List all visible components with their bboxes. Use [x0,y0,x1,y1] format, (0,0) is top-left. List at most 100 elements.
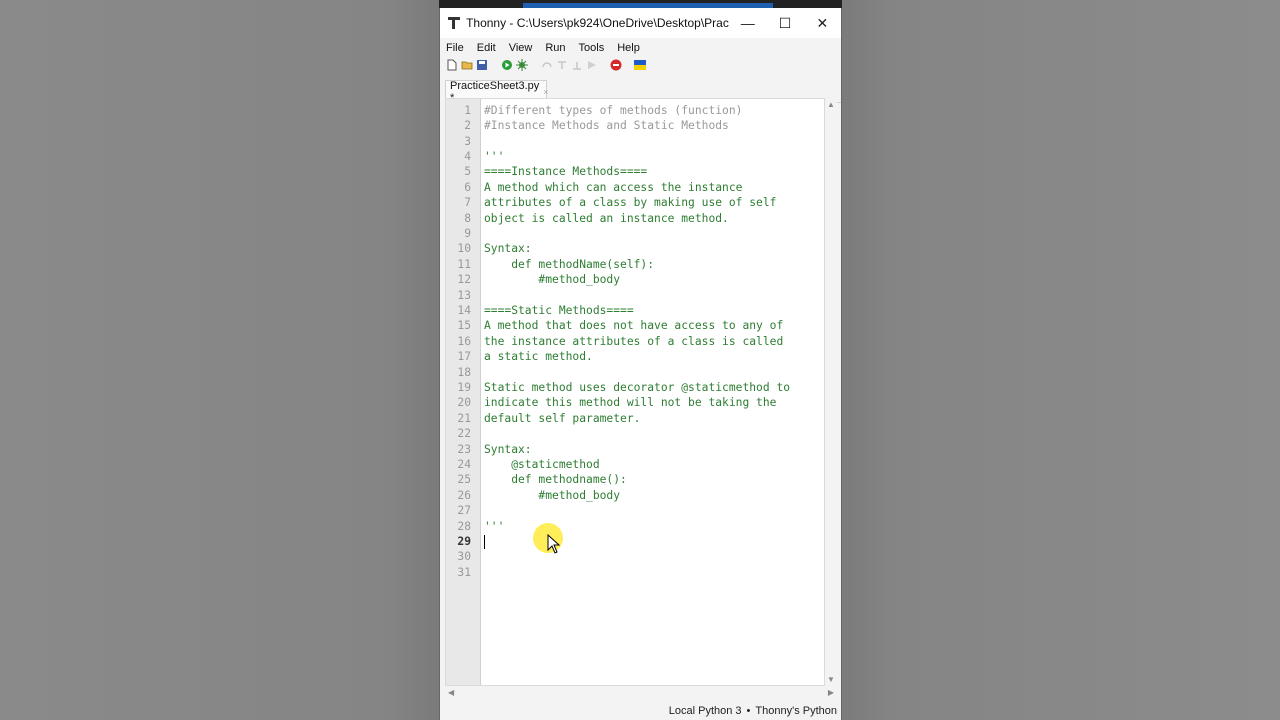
code-line[interactable]: 6 A method which can access the instance [446,180,826,195]
mouse-pointer-icon [547,534,561,554]
code-line[interactable]: 29 [446,534,826,549]
code-line[interactable]: 18 [446,365,826,380]
line-number: 9 [464,227,471,240]
code-line[interactable]: 28 ''' [446,519,826,534]
menu-edit[interactable]: Edit [477,42,496,54]
scroll-down-icon[interactable]: ▼ [827,675,835,684]
line-number: 11 [457,257,471,271]
code-line[interactable]: 24 @staticmethod [446,457,826,472]
code-line[interactable]: 11 def methodName(self): [446,257,826,272]
debug-icon[interactable] [516,59,528,71]
code-line[interactable]: 19 Static method uses decorator @staticme… [446,380,826,395]
line-number: 15 [457,319,471,333]
step-into-icon[interactable] [556,59,568,71]
open-file-icon[interactable] [461,59,473,71]
menu-run[interactable]: Run [545,42,565,54]
step-out-icon[interactable] [571,59,583,71]
code-text: object is called an instance method. [484,211,729,225]
code-line[interactable]: 3 [446,134,826,149]
minimize-button[interactable]: — [729,8,766,38]
code-text: Static method uses decorator @staticmeth… [484,381,791,394]
python-status[interactable]: Thonny's Python [755,705,837,717]
line-number: 18 [457,365,471,379]
menu-tools[interactable]: Tools [579,42,605,54]
code-line[interactable]: 1 #Different types of methods (function) [446,103,826,118]
text-cursor [484,534,485,549]
code-line[interactable]: 27 [446,503,826,518]
line-number: 13 [457,288,471,302]
tab-close-icon[interactable]: × [543,87,548,97]
code-line[interactable]: 25 def methodname(): [446,472,826,487]
code-text: def methodName(self): [484,257,655,271]
code-text: ====Static Methods==== [484,304,634,317]
code-line[interactable]: 23 Syntax: [446,442,826,457]
code-line[interactable]: 10 Syntax: [446,241,826,256]
window-title: Thonny - C:\Users\pk924\OneDrive\Desktop… [466,16,729,30]
code-line[interactable]: 2 #Instance Methods and Static Methods [446,118,826,133]
code-line[interactable]: 9 [446,226,826,241]
code-line[interactable]: 13 [446,288,826,303]
line-number: 16 [457,334,471,348]
code-line[interactable]: 17 a static method. [446,349,826,364]
file-path: C:\Users\pk924\OneDrive\Desktop\Practice… [516,16,729,30]
line-number: 5 [464,165,471,179]
code-line[interactable]: 12 #method_body [446,272,826,287]
code-line[interactable]: 15 A method that does not have access to … [446,318,826,333]
code-line[interactable]: 22 [446,426,826,441]
line-number: 10 [457,242,471,256]
line-number: 6 [464,180,471,194]
code-editor[interactable]: 1 #Different types of methods (function) 2… [445,98,825,686]
save-icon[interactable] [476,59,488,71]
code-line[interactable]: 8 object is called an instance method. [446,211,826,226]
code-text: #Instance Methods and Static Methods [484,119,729,133]
menu-help[interactable]: Help [617,42,640,54]
line-number: 24 [457,458,471,471]
code-text: def methodname(): [484,473,627,487]
run-icon[interactable] [501,59,513,71]
scroll-left-icon[interactable]: ◀ [448,688,454,697]
thonny-window: Thonny - C:\Users\pk924\OneDrive\Desktop… [439,8,842,720]
close-window-button[interactable]: ✕ [804,8,841,38]
code-text: Syntax: [484,242,532,256]
vertical-scrollbar[interactable]: ▲ ▼ [825,98,837,686]
code-line[interactable]: 26 #method_body [446,488,826,503]
ukraine-flag-icon[interactable] [634,59,646,71]
line-number: 14 [457,304,471,317]
code-text: @staticmethod [484,458,600,471]
code-line[interactable]: 4 ''' [446,149,826,164]
code-line[interactable]: 7 attributes of a class by making use of … [446,195,826,210]
code-line[interactable]: 31 [446,565,826,580]
line-number: 2 [464,119,471,133]
step-over-icon[interactable] [541,59,553,71]
code-line[interactable]: 16 the instance attributes of a class is … [446,334,826,349]
new-file-icon[interactable] [446,59,458,71]
code-line[interactable]: 20 indicate this method will not be takin… [446,395,826,410]
scroll-right-icon[interactable]: ▶ [828,688,834,697]
line-number: 30 [457,550,471,564]
code-text: indicate this method will not be taking … [484,396,777,410]
maximize-button[interactable]: ☐ [766,8,803,38]
menu-file[interactable]: File [446,42,464,54]
code-text: #method_body [484,273,621,287]
line-number: 22 [457,427,471,441]
stop-icon[interactable] [610,59,622,71]
line-number: 27 [457,504,471,518]
code-text: #method_body [484,488,621,502]
resume-icon[interactable] [586,59,598,71]
line-number: 25 [457,473,471,487]
code-line[interactable]: 14 ====Static Methods==== [446,303,826,318]
scroll-up-icon[interactable]: ▲ [827,100,835,109]
line-number: 7 [464,196,471,210]
interpreter-status[interactable]: Local Python 3 [669,705,742,717]
code-line[interactable]: 21 default self parameter. [446,411,826,426]
menu-view[interactable]: View [509,42,533,54]
code-line[interactable]: 30 [446,549,826,564]
line-number: 19 [457,381,471,394]
line-number: 20 [457,396,471,410]
code-line[interactable]: 5 ====Instance Methods==== [446,164,826,179]
code-text: ''' [484,519,505,533]
code-text: default self parameter. [484,411,641,425]
menu-bar: File Edit View Run Tools Help [440,38,841,58]
horizontal-scrollbar[interactable]: ◀ ▶ [445,687,837,699]
status-bar: Local Python 3 • Thonny's Python [440,702,841,720]
